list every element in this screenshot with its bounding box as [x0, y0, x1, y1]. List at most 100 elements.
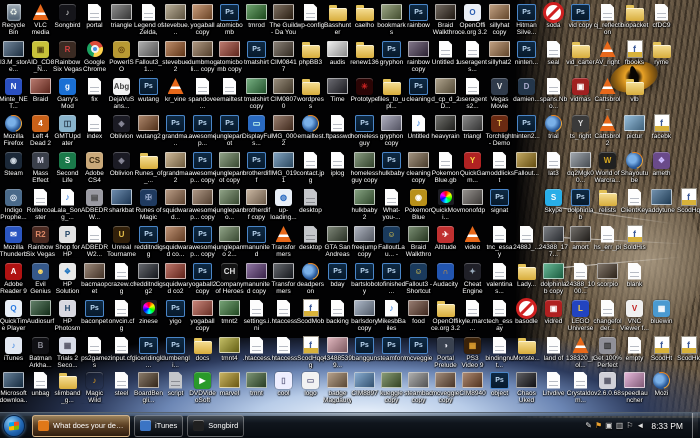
desktop-icon-adbedrw2[interactable]: ADBEDRW2... — [81, 224, 108, 261]
desktop-icon-tmatshirt-copy[interactable]: tmatshirt copy — [243, 76, 270, 113]
desktop-icon-vegas-movie-studio-plat[interactable]: VVegas Movie Studio Plat... — [486, 76, 513, 113]
desktop-icon-ninten[interactable]: Psninten... — [513, 39, 540, 76]
desktop-icon-logo[interactable]: ▭logo — [297, 370, 324, 407]
desktop-icon-awesomep-copy[interactable]: Psawesomep... copy — [189, 224, 216, 261]
desktop-icon-caelho[interactable]: caelho — [351, 2, 378, 39]
desktop-icon-badge-magdaury[interactable]: badge Magdaury — [324, 370, 351, 407]
desktop-icon-shayoutube[interactable]: Shayoutube — [621, 150, 648, 187]
desktop-icon-relists[interactable]: relists — [594, 187, 621, 224]
desktop-icon-left-4-dead-2[interactable]: 4Left 4 Dead 2 — [27, 113, 54, 150]
desktop-icon-contact-jpg[interactable]: contact.jpg — [297, 150, 324, 187]
desktop-icon-video[interactable]: video — [459, 224, 486, 261]
desktop-icon-gmtupdater[interactable]: ◫GMTUpdater — [54, 113, 81, 150]
desktop-icon-mozilla-thunderbird[interactable]: ✉Mozilla Thunderbird — [0, 224, 27, 261]
desktop-icon-runes-of[interactable]: Runes_of_... — [135, 150, 162, 187]
desktop-icon-barlsdory-copy[interactable]: barlsdory copy — [351, 298, 378, 335]
desktop-icon-24388-177[interactable]: 24388_177... — [540, 224, 567, 261]
desktop-icon-clientkey[interactable]: ClientKey — [621, 187, 648, 224]
desktop-icon-second-life[interactable]: SSecond Life — [54, 150, 81, 187]
desktop-icon-litvdive[interactable]: Litvdive — [540, 370, 567, 407]
desktop-icon-htaccess[interactable]: .htaccess — [270, 298, 297, 335]
desktop-icon-ameth[interactable]: ❖ameth — [648, 150, 675, 187]
desktop-icon-hp-solution-center[interactable]: ❖HP Solution Center — [54, 261, 81, 298]
desktop-icon-rollercoaster-tycoon-3-p[interactable]: Rollercoaster Tycoon 3 P... — [27, 187, 54, 224]
desktop-icon-tech-essay[interactable]: tech_essay — [486, 298, 513, 335]
volume-icon[interactable]: ◄ — [636, 421, 644, 431]
desktop-icon-dolphinlab-copy[interactable]: dolphinlab copy — [540, 261, 567, 298]
desktop-icon-tmnt[interactable]: tmnt — [243, 370, 270, 407]
desktop-icon-fallout3-1[interactable]: Fallout3_1... — [135, 39, 162, 76]
desktop-icon-tofinished[interactable]: Pstofinished... — [378, 261, 405, 298]
action-center-flag-icon[interactable]: ⚑ — [595, 421, 602, 431]
desktop-icon-time[interactable]: Time — [324, 76, 351, 113]
desktop-icon-cim08417[interactable]: CIM08417 — [270, 39, 297, 76]
desktop-icon-dvdvideosoft-runer[interactable]: ▶DVDVideoSoft Runer — [189, 370, 216, 407]
desktop-icon-scodhk[interactable]: fScodHk — [675, 335, 700, 372]
desktop-icon-emailtest[interactable]: emailtest — [216, 76, 243, 113]
desktop-icon-quickgam[interactable]: YQuickGam... — [459, 150, 486, 187]
desktop-icon-minte-net[interactable]: NMinte_NET... — [0, 76, 27, 113]
desktop-icon-cim08070[interactable]: CIM08070 — [270, 76, 297, 113]
battery-icon[interactable]: ▥ — [616, 421, 624, 431]
desktop-icon-basshunter[interactable]: Basshunter — [324, 2, 351, 39]
desktop-icon-portal[interactable]: portal — [81, 2, 108, 39]
desktop-icon-soda[interactable]: soda — [540, 2, 567, 39]
desktop-icon-gta-san-andreas[interactable]: GTA San Andreas — [324, 224, 351, 261]
desktop-icon-bacmaopet[interactable]: bacmaopet — [81, 261, 108, 298]
desktop-icon-monste[interactable]: Monste... — [513, 335, 540, 372]
desktop-icon-trials-2-seco[interactable]: ▦Trials 2 Seco... — [54, 335, 81, 372]
desktop-icon-unbag[interactable]: unbag — [27, 370, 54, 407]
desktop-icon-cleaning[interactable]: Pscleaning — [405, 76, 432, 113]
desktop-icon-fallout[interactable]: Fallout... — [513, 150, 540, 187]
desktop-icon-yogaball2-copy[interactable]: Psyogaball2 copy — [189, 261, 216, 298]
desktop-icon-audiosurf[interactable]: Audiosurf — [27, 298, 54, 335]
desktop-icon-damien[interactable]: Ddamien... — [513, 76, 540, 113]
desktop-icon-ryme[interactable]: ryme — [648, 39, 675, 76]
desktop-icon-kueggie-copy[interactable]: kueggie copy — [378, 370, 405, 407]
desktop-icon-cattsbrol2[interactable]: Cattsbrol2 — [594, 113, 621, 150]
desktop-icon-img-0002[interactable]: IMG_0002 — [270, 113, 297, 150]
desktop-icon-steambad-copy[interactable]: steambad copy — [405, 370, 432, 407]
desktop-icon-lady[interactable]: Lady... — [513, 261, 540, 298]
desktop-icon-indigo-prophe[interactable]: ◎Indigo Prophe... — [0, 187, 27, 224]
desktop-icon-evil-genius[interactable]: ☻Evil Genius — [27, 261, 54, 298]
desktop-icon-portal-prelude[interactable]: ◑Portal Prelude — [432, 335, 459, 372]
taskbar-button-songbird[interactable]: Songbird — [187, 415, 244, 437]
desktop-icon-yigo[interactable]: Psyigo — [162, 298, 189, 335]
desktop-icon-mcveggie-copy[interactable]: mcveggie copy — [432, 370, 459, 407]
desktop-icon-sharkbat[interactable]: sharkbat — [108, 187, 135, 224]
desktop-icon-braid[interactable]: Braid — [27, 76, 54, 113]
desktop-icon-script[interactable]: script — [162, 370, 189, 407]
desktop-icon-fbooks[interactable]: ffbooks — [621, 39, 648, 76]
desktop-icon-biopacket[interactable]: biopacket — [621, 2, 648, 39]
taskbar-clock[interactable]: 8:33 PM — [647, 421, 689, 431]
desktop-icon-magic-wild-tou8ot[interactable]: ♪Magic Wild tou8OT... — [81, 370, 108, 407]
desktop-icon-vlb[interactable]: vlb — [621, 76, 648, 113]
desktop-icon-wutang2[interactable]: wutang2 — [135, 113, 162, 150]
desktop-icon-dq2mgk00[interactable]: dq2Mgk00... — [567, 150, 594, 187]
desktop-icon-mozilla-firefox[interactable]: Mozilla Firefox — [0, 113, 27, 150]
desktop-icon-tmatshirt[interactable]: Pstmatshirt — [243, 39, 270, 76]
desktop-icon-quickmovi[interactable]: QuickMovi... — [432, 187, 459, 224]
desktop-icon-signat[interactable]: Pssignat — [486, 187, 513, 224]
desktop-icon-prototype[interactable]: ✳Prototype — [351, 76, 378, 113]
desktop-icon-chaos-uked-mecry[interactable]: Chaos Uked Mecry — [513, 370, 540, 407]
desktop-icon-steam[interactable]: ◉Steam — [0, 150, 27, 187]
desktop-icon-jungleparrot-copy[interactable]: jungleparrot copy — [216, 150, 243, 187]
desktop-icon-iplog[interactable]: iplog — [324, 150, 351, 187]
desktop-icon-altitude[interactable]: ✈Altitude — [432, 224, 459, 261]
desktop-icon-addytune[interactable]: addytune — [648, 187, 675, 224]
desktop-icon-openoffice-org-3-2[interactable]: OOpenOffice.org 3.2 — [459, 2, 486, 39]
desktop-icon-cleaning-copy[interactable]: cleaning copy — [405, 150, 432, 187]
desktop-icon-lat3[interactable]: lat3 — [540, 150, 567, 187]
desktop-icon-steamfont[interactable]: Pssteamfont — [378, 335, 405, 372]
desktop-icon-company-of-heroes[interactable]: CHCompany of Heroes — [216, 261, 243, 298]
desktop-icon-i3-m-store[interactable]: I3.M_store... — [0, 39, 27, 76]
desktop-icon-poweriso[interactable]: ◎PowerISO — [108, 39, 135, 76]
desktop-icon-htaccess[interactable]: .htaccess — [270, 335, 297, 372]
desktop-icon-vidmas[interactable]: ▣vidmas — [567, 76, 594, 113]
desktop-icon-squidward-co2[interactable]: squidward co2 — [162, 261, 189, 298]
desktop-icon-wutang[interactable]: Pswutang — [135, 76, 162, 113]
desktop-icon-gryphon[interactable]: Psgryphon — [378, 39, 405, 76]
desktop-icon-useragents[interactable]: useragents... — [459, 39, 486, 76]
